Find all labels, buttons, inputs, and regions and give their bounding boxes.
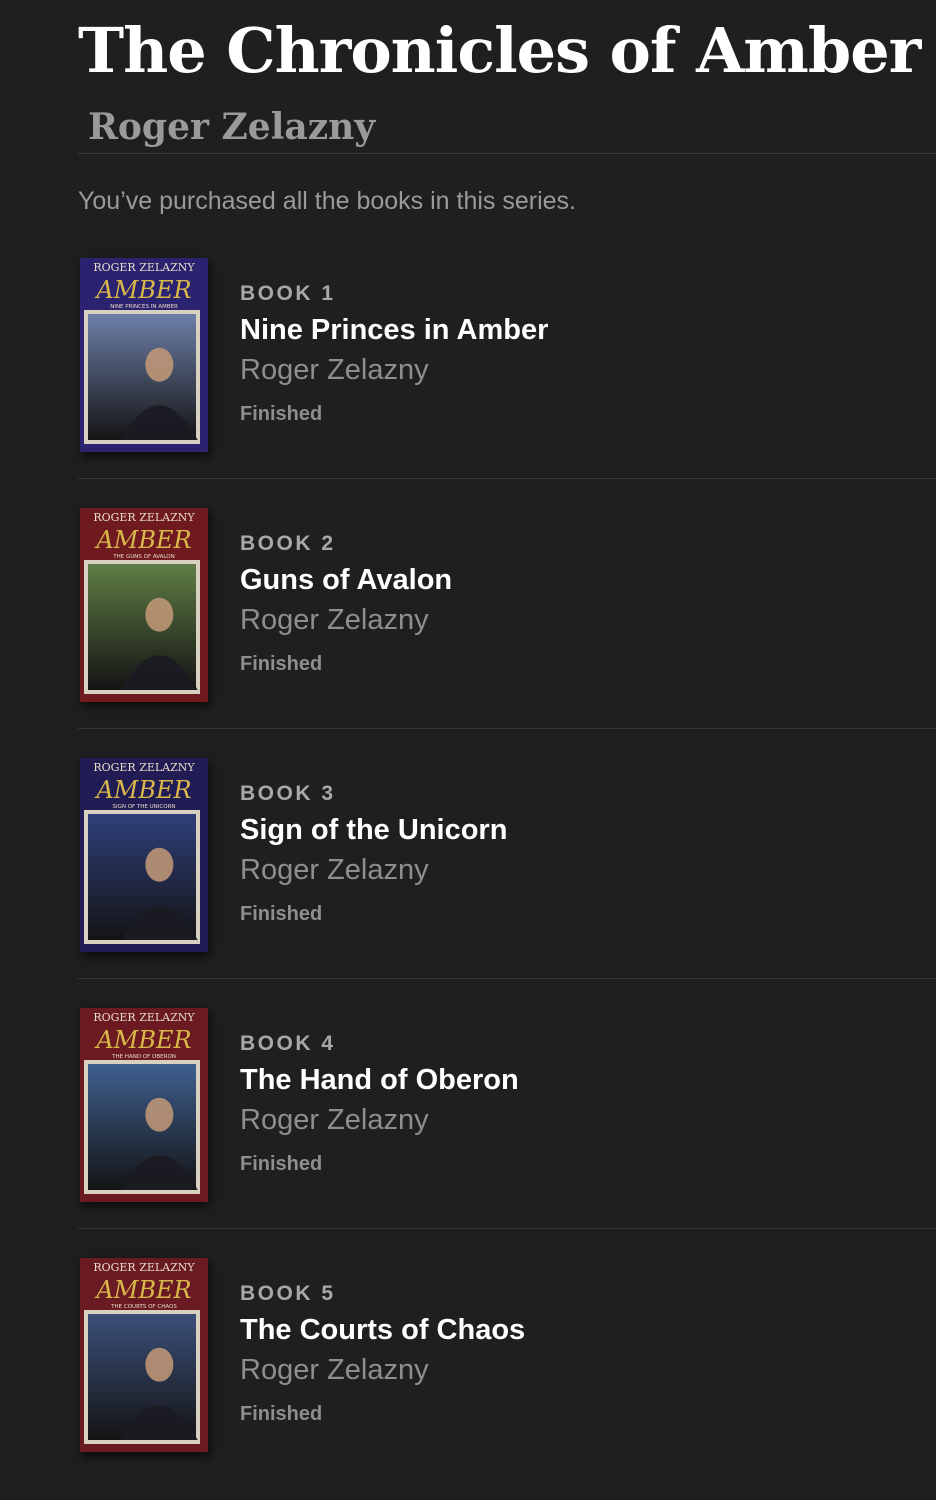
cover-series-text: AMBER <box>94 276 191 304</box>
book-status: Finished <box>240 1153 323 1175</box>
book-number: BOOK 4 <box>240 1032 336 1055</box>
book-number: BOOK 3 <box>240 782 336 805</box>
book-cover[interactable]: ROGER ZELAZNY AMBER THE COURTS OF CHAOS <box>80 1258 208 1452</box>
book-title[interactable]: The Courts of Chaos <box>240 1310 525 1350</box>
row-divider <box>78 478 936 479</box>
book-meta: BOOK 3 Sign of the Unicorn Roger Zelazny… <box>240 780 507 927</box>
cover-author-text: ROGER ZELAZNY <box>93 1261 195 1274</box>
book-number: BOOK 2 <box>240 532 336 555</box>
book-cover[interactable]: ROGER ZELAZNY AMBER THE HAND OF OBERON <box>80 1008 208 1202</box>
cover-art: ROGER ZELAZNY AMBER THE COURTS OF CHAOS <box>80 1258 208 1452</box>
book-row[interactable]: ROGER ZELAZNY AMBER THE HAND OF OBERON B… <box>78 1000 936 1250</box>
book-title[interactable]: Nine Princes in Amber <box>240 310 548 350</box>
book-row[interactable]: ROGER ZELAZNY AMBER THE GUNS OF AVALON B… <box>78 500 936 750</box>
cover-series-text: AMBER <box>94 776 191 804</box>
cover-book-text: THE GUNS OF AVALON <box>112 554 175 560</box>
series-author-link[interactable]: Roger Zelazny <box>88 106 375 148</box>
book-author[interactable]: Roger Zelazny <box>240 1100 519 1140</box>
book-meta: BOOK 4 The Hand of Oberon Roger Zelazny … <box>240 1030 519 1177</box>
cover-series-text: AMBER <box>94 1026 191 1054</box>
cover-author-text: ROGER ZELAZNY <box>93 1011 195 1024</box>
cover-art: ROGER ZELAZNY AMBER THE HAND OF OBERON <box>80 1008 208 1202</box>
book-row[interactable]: ROGER ZELAZNY AMBER THE COURTS OF CHAOS … <box>78 1250 936 1500</box>
purchase-status-note: You’ve purchased all the books in this s… <box>78 187 576 215</box>
series-title: The Chronicles of Amber <box>78 14 921 87</box>
book-status: Finished <box>240 403 323 425</box>
row-divider <box>78 728 936 729</box>
book-meta: BOOK 2 Guns of Avalon Roger Zelazny Fini… <box>240 530 452 677</box>
cover-author-text: ROGER ZELAZNY <box>93 261 195 274</box>
book-title[interactable]: Sign of the Unicorn <box>240 810 507 850</box>
book-author[interactable]: Roger Zelazny <box>240 600 452 640</box>
book-row[interactable]: ROGER ZELAZNY AMBER NINE PRINCES IN AMBE… <box>78 250 936 500</box>
book-meta: BOOK 1 Nine Princes in Amber Roger Zelaz… <box>240 280 548 427</box>
cover-book-text: THE COURTS OF CHAOS <box>110 1304 177 1310</box>
cover-author-text: ROGER ZELAZNY <box>93 761 195 774</box>
book-cover[interactable]: ROGER ZELAZNY AMBER THE GUNS OF AVALON <box>80 508 208 702</box>
book-author[interactable]: Roger Zelazny <box>240 350 548 390</box>
book-status: Finished <box>240 653 323 675</box>
book-author[interactable]: Roger Zelazny <box>240 850 507 890</box>
book-number: BOOK 1 <box>240 282 336 305</box>
book-title[interactable]: The Hand of Oberon <box>240 1060 519 1100</box>
cover-series-text: AMBER <box>94 526 191 554</box>
row-divider <box>78 1228 936 1229</box>
book-row[interactable]: ROGER ZELAZNY AMBER SIGN OF THE UNICORN … <box>78 750 936 1000</box>
header-divider <box>78 153 936 154</box>
row-divider <box>78 978 936 979</box>
cover-author-text: ROGER ZELAZNY <box>93 511 195 524</box>
book-author[interactable]: Roger Zelazny <box>240 1350 525 1390</box>
cover-series-text: AMBER <box>94 1276 191 1304</box>
book-list: ROGER ZELAZNY AMBER NINE PRINCES IN AMBE… <box>78 250 936 1500</box>
book-cover[interactable]: ROGER ZELAZNY AMBER NINE PRINCES IN AMBE… <box>80 258 208 452</box>
book-cover[interactable]: ROGER ZELAZNY AMBER SIGN OF THE UNICORN <box>80 758 208 952</box>
cover-art: ROGER ZELAZNY AMBER SIGN OF THE UNICORN <box>80 758 208 952</box>
book-status: Finished <box>240 1403 323 1425</box>
book-title[interactable]: Guns of Avalon <box>240 560 452 600</box>
book-number: BOOK 5 <box>240 1282 336 1305</box>
cover-book-text: THE HAND OF OBERON <box>111 1054 176 1060</box>
cover-art: ROGER ZELAZNY AMBER THE GUNS OF AVALON <box>80 508 208 702</box>
cover-book-text: NINE PRINCES IN AMBER <box>110 304 178 310</box>
book-status: Finished <box>240 903 323 925</box>
cover-art: ROGER ZELAZNY AMBER NINE PRINCES IN AMBE… <box>80 258 208 452</box>
book-meta: BOOK 5 The Courts of Chaos Roger Zelazny… <box>240 1280 525 1427</box>
cover-book-text: SIGN OF THE UNICORN <box>112 804 175 810</box>
